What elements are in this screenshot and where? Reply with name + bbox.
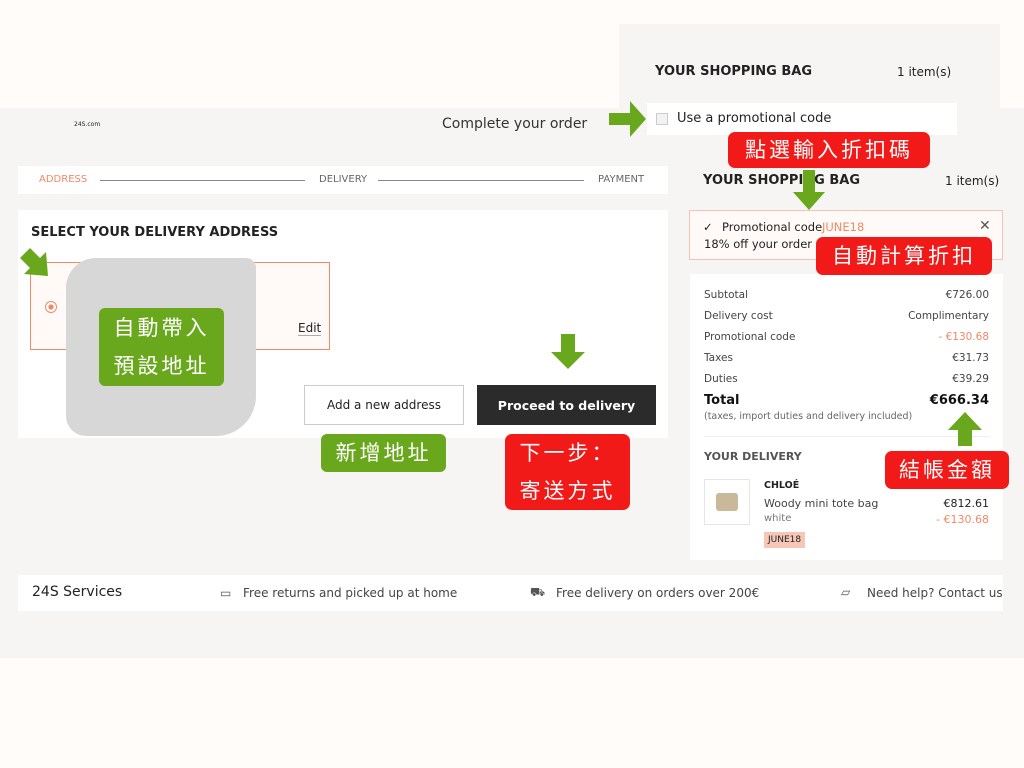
arrow-right-icon <box>609 101 646 137</box>
arrow-up-icon <box>948 412 982 446</box>
arrow-down-icon <box>793 170 825 210</box>
arrow-down-icon <box>551 334 585 369</box>
annotation-arrows <box>20 101 982 446</box>
arrow-down-right-icon <box>20 248 48 276</box>
